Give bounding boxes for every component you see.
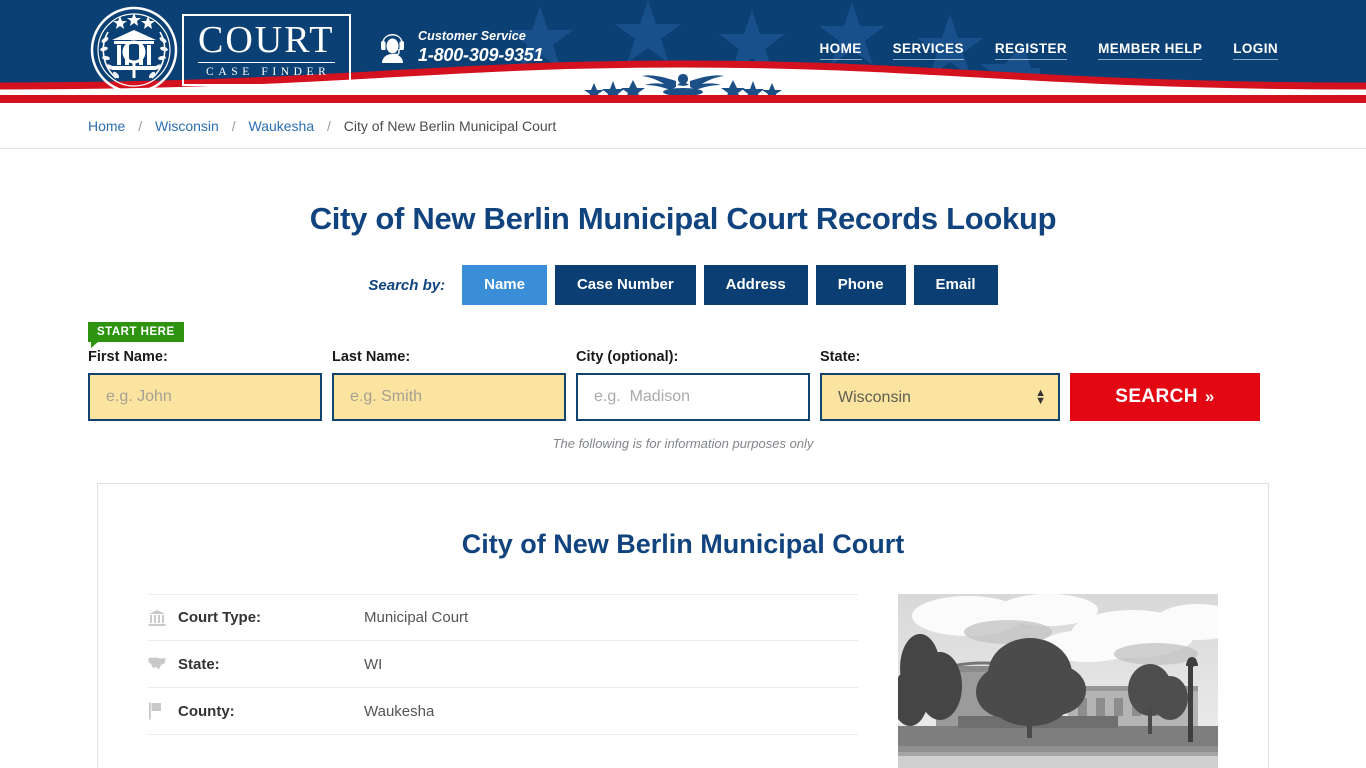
first-name-group: First Name:: [88, 349, 322, 421]
detail-value-state: WI: [364, 655, 383, 673]
city-input[interactable]: [576, 373, 810, 421]
detail-row-state: State: WI: [148, 641, 858, 688]
breadcrumb-separator: /: [231, 118, 236, 134]
start-here-badge: START HERE: [88, 322, 184, 348]
breadcrumb-separator: /: [327, 118, 331, 134]
search-form: START HERE First Name: Last Name: City (…: [88, 319, 1278, 421]
nav-item-services[interactable]: SERVICES: [892, 41, 964, 60]
last-name-label: Last Name:: [332, 349, 411, 365]
breadcrumb-bar: Home / Wisconsin / Waukesha / City of Ne…: [0, 103, 1366, 149]
court-detail-list: Court Type: Municipal Court State: WI Co…: [148, 594, 858, 768]
bank-building-icon: [148, 609, 178, 627]
site-logo[interactable]: COURT CASE FINDER: [90, 6, 351, 94]
logo-sub-text: CASE FINDER: [206, 66, 331, 78]
breadcrumb-item-current: City of New Berlin Municipal Court: [343, 118, 557, 134]
nav-item-login[interactable]: LOGIN: [1233, 41, 1278, 60]
state-label: State:: [820, 349, 861, 365]
breadcrumb-separator: /: [138, 118, 143, 134]
breadcrumb-item-home[interactable]: Home: [88, 118, 125, 134]
main-navigation: HOME SERVICES REGISTER MEMBER HELP LOGIN: [819, 41, 1278, 60]
breadcrumb-item-wisconsin[interactable]: Wisconsin: [155, 118, 219, 134]
customer-service-phone[interactable]: 1-800-309-9351: [418, 44, 544, 67]
page-title: City of New Berlin Municipal Court Recor…: [309, 201, 1057, 236]
court-info-card: City of New Berlin Municipal Court Court…: [97, 483, 1269, 768]
city-label: City (optional):: [576, 349, 679, 365]
detail-row-court-type: Court Type: Municipal Court: [148, 594, 858, 641]
first-name-input[interactable]: [88, 373, 322, 421]
tab-email[interactable]: Email: [913, 265, 998, 305]
detail-label-court-type: Court Type:: [178, 609, 262, 626]
chevron-right-icon: »: [1204, 387, 1215, 406]
site-header: COURT CASE FINDER Customer Service 1-800…: [0, 0, 1366, 103]
search-fields-row: First Name: Last Name: City (optional): …: [88, 349, 1260, 421]
search-button-label: SEARCH: [1115, 386, 1198, 407]
search-by-tabs: Search by: Name Case Number Address Phon…: [88, 265, 1278, 305]
breadcrumb: Home / Wisconsin / Waukesha / City of Ne…: [88, 103, 1278, 149]
detail-value-court-type: Municipal Court: [364, 609, 469, 626]
logo-main-text: COURT: [198, 19, 335, 63]
logo-wordmark: COURT CASE FINDER: [182, 14, 351, 86]
customer-service-label: Customer Service: [418, 29, 526, 43]
state-group: State: Wisconsin ▲ ▼: [820, 349, 1060, 421]
city-group: City (optional):: [576, 349, 810, 421]
customer-service-block[interactable]: Customer Service 1-800-309-9351: [378, 29, 544, 67]
detail-row-county: County: Waukesha: [148, 688, 858, 735]
detail-label-state: State:: [178, 655, 220, 673]
breadcrumb-item-waukesha[interactable]: Waukesha: [249, 118, 315, 134]
court-seal-logo-icon: [90, 6, 178, 94]
last-name-input[interactable]: [332, 373, 566, 421]
detail-value-county: Waukesha: [364, 702, 435, 720]
tab-phone[interactable]: Phone: [815, 265, 906, 305]
court-card-title: City of New Berlin Municipal Court: [461, 529, 905, 559]
state-select[interactable]: Wisconsin: [820, 373, 1060, 421]
search-by-label: Search by:: [368, 276, 446, 294]
detail-label-county: County:: [178, 702, 235, 720]
first-name-label: First Name:: [88, 349, 168, 365]
tab-case-number[interactable]: Case Number: [554, 265, 696, 305]
nav-item-register[interactable]: REGISTER: [994, 41, 1068, 60]
flag-icon: [148, 702, 178, 720]
last-name-group: Last Name:: [332, 349, 566, 421]
state-map-icon: [148, 656, 178, 672]
tab-address[interactable]: Address: [703, 265, 808, 305]
search-button[interactable]: SEARCH »: [1070, 373, 1260, 421]
tab-name[interactable]: Name: [462, 265, 547, 305]
nav-item-home[interactable]: HOME: [819, 41, 862, 60]
disclaimer-text: The following is for information purpose…: [552, 436, 814, 451]
headset-support-icon: [381, 34, 404, 64]
courthouse-photo: [898, 594, 1218, 768]
nav-item-member-help[interactable]: MEMBER HELP: [1098, 41, 1203, 60]
